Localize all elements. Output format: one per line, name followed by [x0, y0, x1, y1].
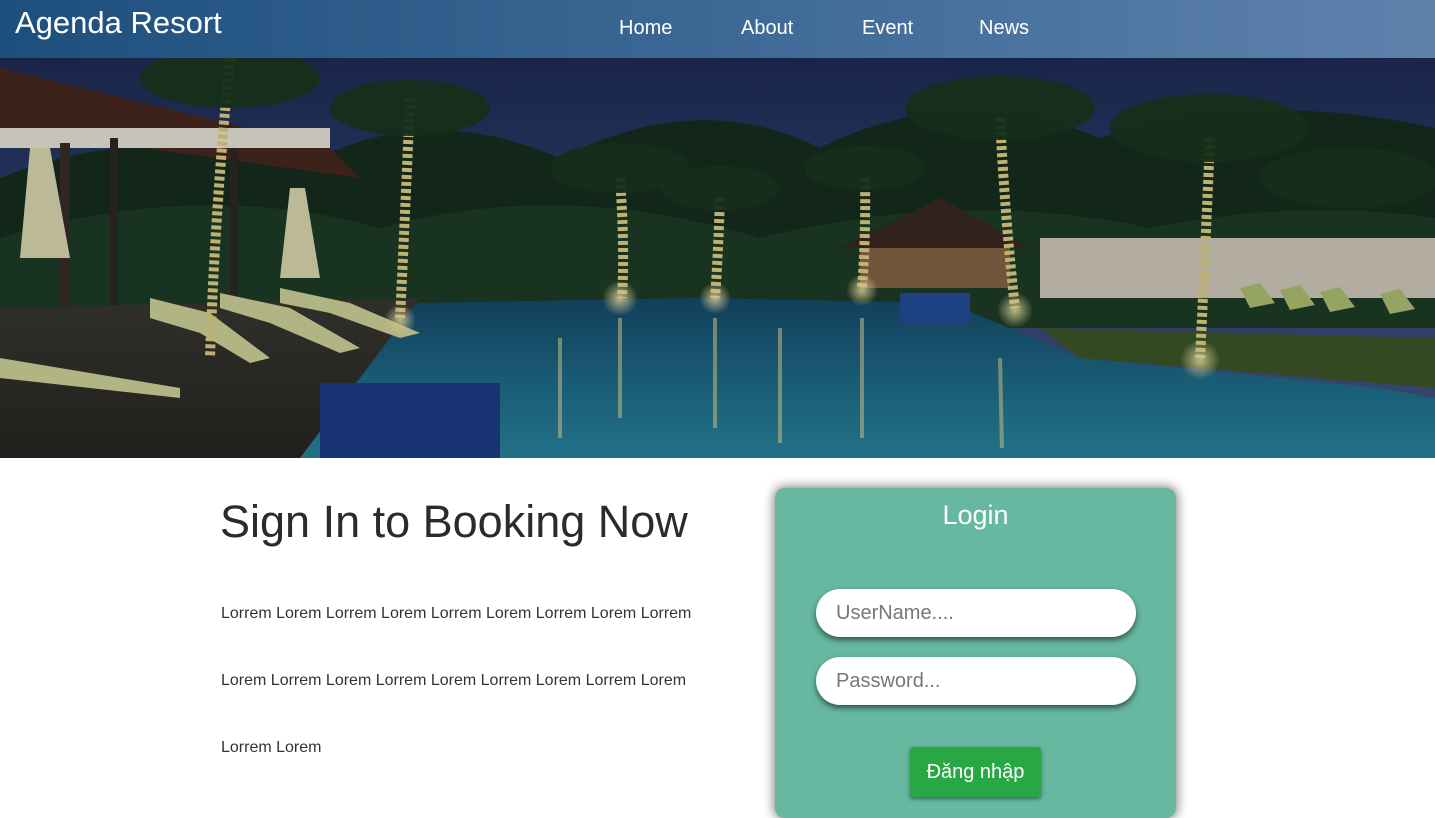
login-card: Login Đăng nhập	[775, 488, 1176, 818]
intro-paragraph-line-1: Lorrem Lorem Lorrem Lorem Lorrem Lorem L…	[221, 605, 692, 622]
login-submit-button[interactable]: Đăng nhập	[910, 747, 1041, 797]
top-navbar: Agenda Resort Home About Event News	[0, 0, 1435, 58]
nav-news-link[interactable]: News	[979, 16, 1029, 40]
login-title: Login	[942, 500, 1009, 530]
hero-resort-pool-image	[0, 58, 1435, 458]
intro-paragraph-line-3: Lorrem Lorem	[221, 739, 322, 756]
intro-paragraph-line-2: Lorem Lorrem Lorem Lorrem Lorem Lorrem L…	[221, 672, 687, 689]
nav-home-link[interactable]: Home	[619, 16, 672, 40]
brand-logo-text[interactable]: Agenda Resort	[15, 4, 222, 42]
nav-event-link[interactable]: Event	[862, 16, 913, 40]
nav-about-link[interactable]: About	[741, 16, 793, 40]
page-title: Sign In to Booking Now	[220, 496, 688, 547]
password-input[interactable]	[816, 657, 1136, 705]
username-input[interactable]	[816, 589, 1136, 637]
